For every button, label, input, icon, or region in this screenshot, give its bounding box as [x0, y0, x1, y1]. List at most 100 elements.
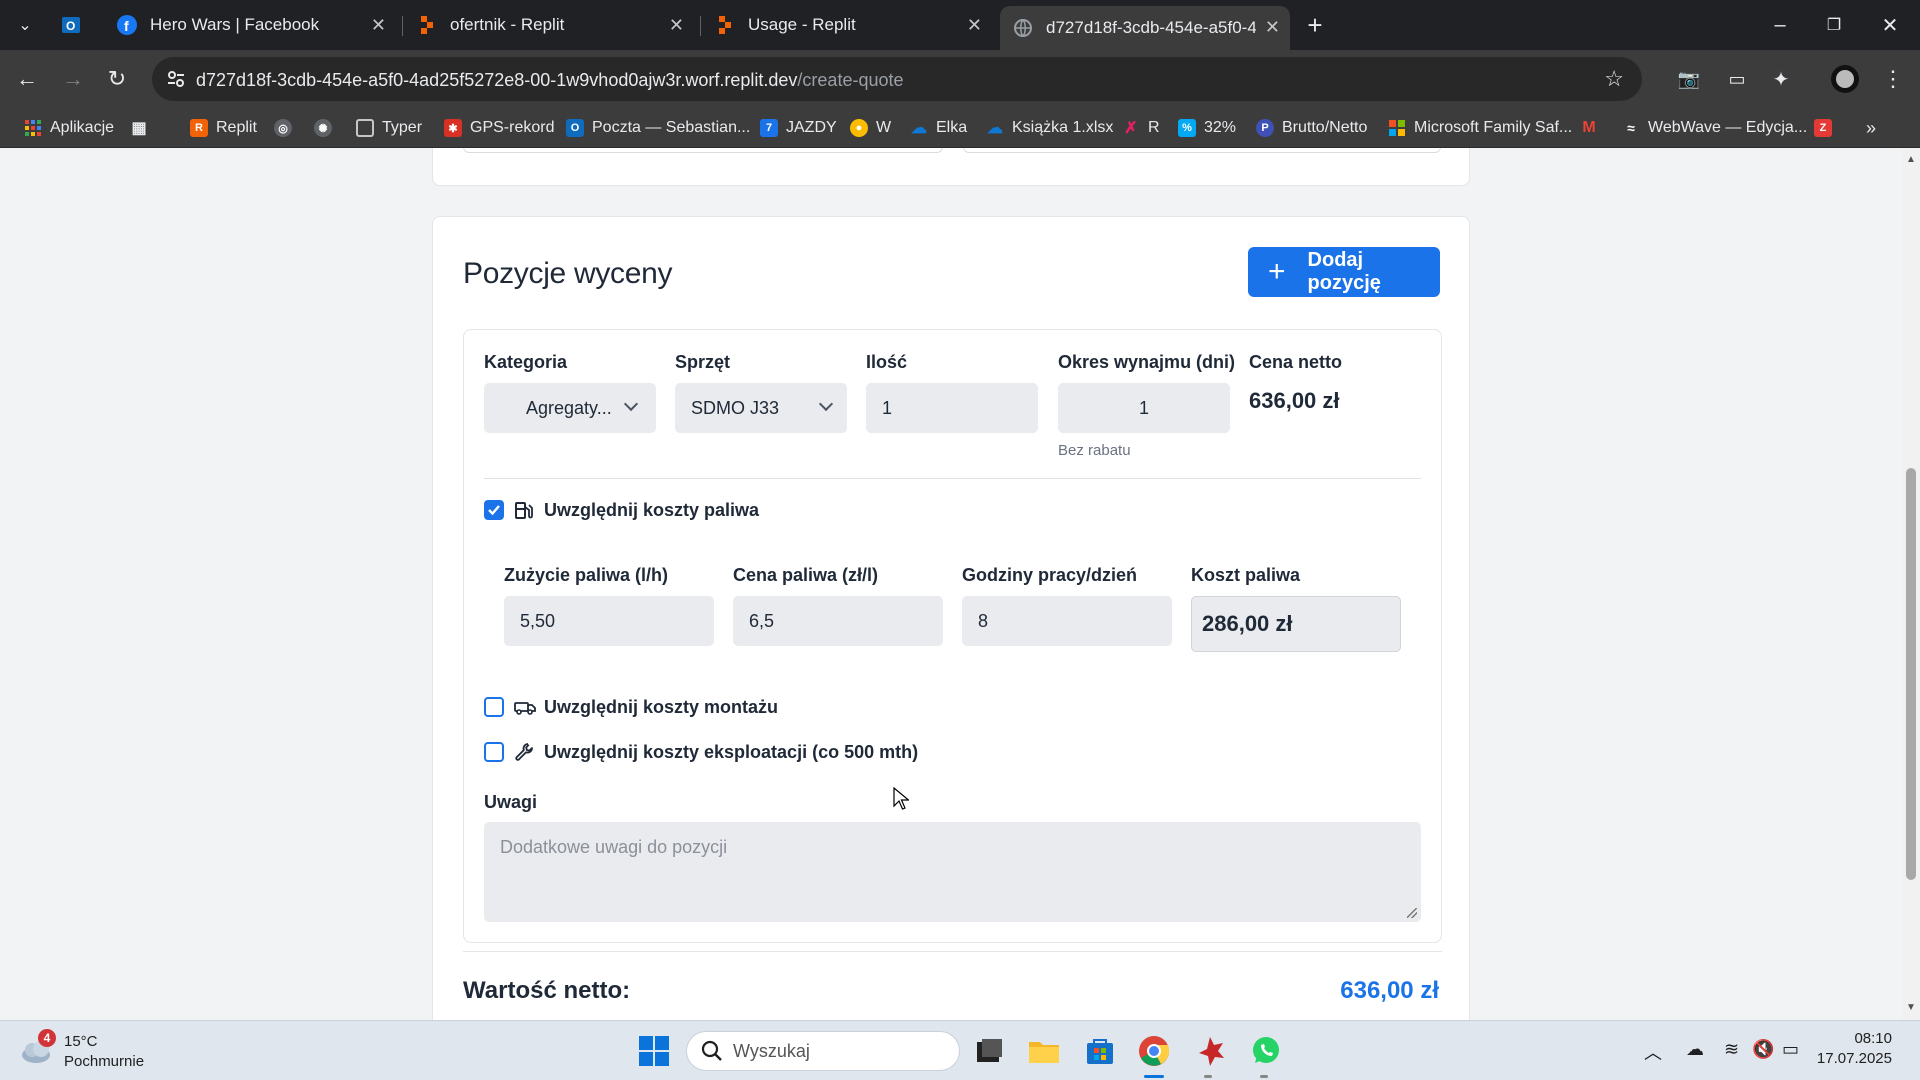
screenshot-icon[interactable]: 📷: [1672, 62, 1706, 96]
bookmark-typer[interactable]: Typer: [356, 115, 422, 141]
weather-badge: 4: [38, 1029, 56, 1047]
bookmark-brutto[interactable]: P Brutto/Netto: [1256, 115, 1367, 141]
bookmark-jazdy[interactable]: 7 JAZDY: [760, 115, 837, 141]
bookmark-r[interactable]: ✗ R: [1122, 115, 1160, 141]
restore-icon[interactable]: ❐: [1806, 0, 1862, 50]
bookmark-webwave[interactable]: ≈ WebWave — Edycja...: [1622, 115, 1807, 141]
fuel-consumption-value: 5,50: [520, 610, 556, 631]
bookmark-label: R: [1148, 119, 1160, 136]
assembly-checkbox[interactable]: [484, 697, 504, 717]
outlook-icon: O: [60, 14, 82, 36]
tab-groups-icon[interactable]: ▦: [130, 115, 156, 141]
url-text: d727d18f-3cdb-454e-a5f0-4ad25f5272e8-00-…: [196, 70, 904, 91]
reload-icon[interactable]: ↻: [100, 62, 134, 96]
onedrive-icon: ☁: [987, 120, 1003, 137]
battery-icon[interactable]: ▭: [1782, 1039, 1799, 1060]
equipment-select[interactable]: SDMO J33: [675, 383, 847, 433]
address-bar[interactable]: d727d18f-3cdb-454e-a5f0-4ad25f5272e8-00-…: [152, 57, 1642, 101]
app-icon[interactable]: [1192, 1033, 1228, 1069]
volume-muted-icon[interactable]: 🔇: [1752, 1039, 1774, 1060]
rental-period-value: 1: [1138, 397, 1149, 418]
fuel-consumption-input[interactable]: 5,50: [504, 596, 714, 646]
minimize-icon[interactable]: –: [1752, 0, 1808, 50]
clock-time: 08:10: [1854, 1030, 1892, 1047]
bookmark-gmail[interactable]: M: [1580, 115, 1606, 141]
quantity-label: Ilość: [866, 352, 908, 372]
tab-ofertnik[interactable]: ofertnik - Replit ✕: [416, 4, 694, 46]
close-tab-icon[interactable]: ✕: [1265, 18, 1280, 36]
more-bookmarks-icon[interactable]: »: [1866, 115, 1876, 141]
forward-icon[interactable]: →: [56, 62, 90, 96]
extensions-icon[interactable]: ✦: [1764, 62, 1798, 96]
close-tab-icon[interactable]: ✕: [669, 16, 684, 34]
close-tab-icon[interactable]: ✕: [967, 16, 982, 34]
bookmark-w[interactable]: ● W: [850, 115, 891, 141]
truck-icon: [514, 697, 536, 717]
windows-taskbar: 4 15°C Pochmurnie Wyszukaj ︿ ☁ ≋ 🔇 ▭ 08:…: [0, 1020, 1920, 1080]
cast-icon[interactable]: ▭: [1720, 62, 1754, 96]
fuel-checkbox[interactable]: [484, 500, 504, 520]
bookmark-z[interactable]: Z: [1814, 115, 1840, 141]
fuel-price-label: Cena paliwa (zł/l): [733, 565, 879, 585]
bookmark-poczta[interactable]: O Poczta — Sebastian...: [566, 115, 750, 141]
notes-textarea[interactable]: Dodatkowe uwagi do pozycji: [484, 822, 1421, 922]
bookmark-elka[interactable]: ☁ Elka: [910, 115, 967, 141]
chrome-icon[interactable]: [1136, 1033, 1172, 1069]
site-info-icon[interactable]: [166, 69, 186, 94]
running-app-indicator: [1260, 1075, 1268, 1078]
page-scrollbar[interactable]: ▲ ▼: [1902, 148, 1920, 1020]
tab-outlook[interactable]: O: [60, 4, 92, 46]
profile-avatar[interactable]: [1828, 62, 1862, 96]
back-icon[interactable]: ←: [10, 62, 44, 96]
taskbar-search[interactable]: Wyszukaj: [686, 1031, 960, 1071]
bookmark-label: Microsoft Family Saf...: [1414, 119, 1573, 136]
whatsapp-icon[interactable]: [1248, 1033, 1284, 1069]
resize-handle-icon[interactable]: [1407, 908, 1417, 918]
bookmark-openai[interactable]: ✺: [314, 115, 340, 141]
quantity-input[interactable]: 1: [866, 383, 1038, 433]
scroll-down-icon[interactable]: ▼: [1906, 1002, 1916, 1013]
tab-usage[interactable]: Usage - Replit ✕: [714, 4, 992, 46]
wifi-icon[interactable]: ≋: [1724, 1039, 1739, 1060]
input-stub: [463, 148, 943, 153]
bookmark-microsoft[interactable]: Microsoft Family Saf...: [1388, 115, 1572, 141]
fuel-consumption-label: Zużycie paliwa (l/h): [504, 565, 669, 585]
tray-overflow-icon[interactable]: ︿: [1644, 1039, 1662, 1065]
close-window-icon[interactable]: ✕: [1862, 0, 1918, 50]
tab-search-button[interactable]: ⌄: [8, 8, 42, 42]
bookmark-ksiazka[interactable]: ☁ Książka 1.xlsx: [986, 115, 1113, 141]
task-view-icon[interactable]: [972, 1033, 1008, 1069]
tab-title: Usage - Replit: [748, 15, 856, 34]
bookmark-gps[interactable]: ✱ GPS-rekord: [444, 115, 554, 141]
category-select[interactable]: Agregaty...: [484, 383, 656, 433]
onedrive-tray-icon[interactable]: ☁: [1686, 1039, 1704, 1060]
tab-current[interactable]: d727d18f-3cdb-454e-a5f0-4ad ✕: [1000, 6, 1290, 50]
operation-checkbox[interactable]: [484, 742, 504, 762]
bookmark-32[interactable]: % 32%: [1178, 115, 1236, 141]
bookmark-label: JAZDY: [786, 119, 837, 136]
add-item-button[interactable]: + Dodaj pozycję: [1248, 247, 1440, 297]
fuel-price-input[interactable]: 6,5: [733, 596, 943, 646]
bookmark-globe[interactable]: ◎: [274, 115, 300, 141]
file-explorer-icon[interactable]: [1026, 1033, 1062, 1069]
work-hours-input[interactable]: 8: [962, 596, 1172, 646]
scroll-up-icon[interactable]: ▲: [1906, 154, 1916, 165]
start-icon[interactable]: [636, 1033, 672, 1069]
microsoft-icon: [1388, 119, 1406, 137]
system-clock[interactable]: 08:10 17.07.2025: [1817, 1029, 1892, 1069]
close-tab-icon[interactable]: ✕: [371, 16, 386, 34]
bookmark-replit[interactable]: R Replit: [190, 115, 257, 141]
scrollbar-thumb[interactable]: [1906, 468, 1916, 880]
bookmark-star-icon[interactable]: ☆: [1604, 66, 1624, 92]
new-tab-icon[interactable]: +: [1298, 8, 1332, 42]
net-price-value: 636,00 zł: [1249, 388, 1340, 413]
tab-title: d727d18f-3cdb-454e-a5f0-4ad: [1046, 18, 1256, 37]
weather-widget[interactable]: 4 15°C Pochmurnie: [20, 1029, 160, 1073]
menu-icon[interactable]: ⋮: [1876, 62, 1910, 96]
fuel-pump-icon: [514, 500, 534, 520]
rental-period-input[interactable]: 1: [1058, 383, 1230, 433]
bookmark-apps[interactable]: Aplikacje: [24, 115, 114, 141]
tab-title: ofertnik - Replit: [450, 15, 565, 34]
tab-hero-wars[interactable]: f Hero Wars | Facebook ✕: [116, 4, 396, 46]
store-icon[interactable]: [1082, 1033, 1118, 1069]
